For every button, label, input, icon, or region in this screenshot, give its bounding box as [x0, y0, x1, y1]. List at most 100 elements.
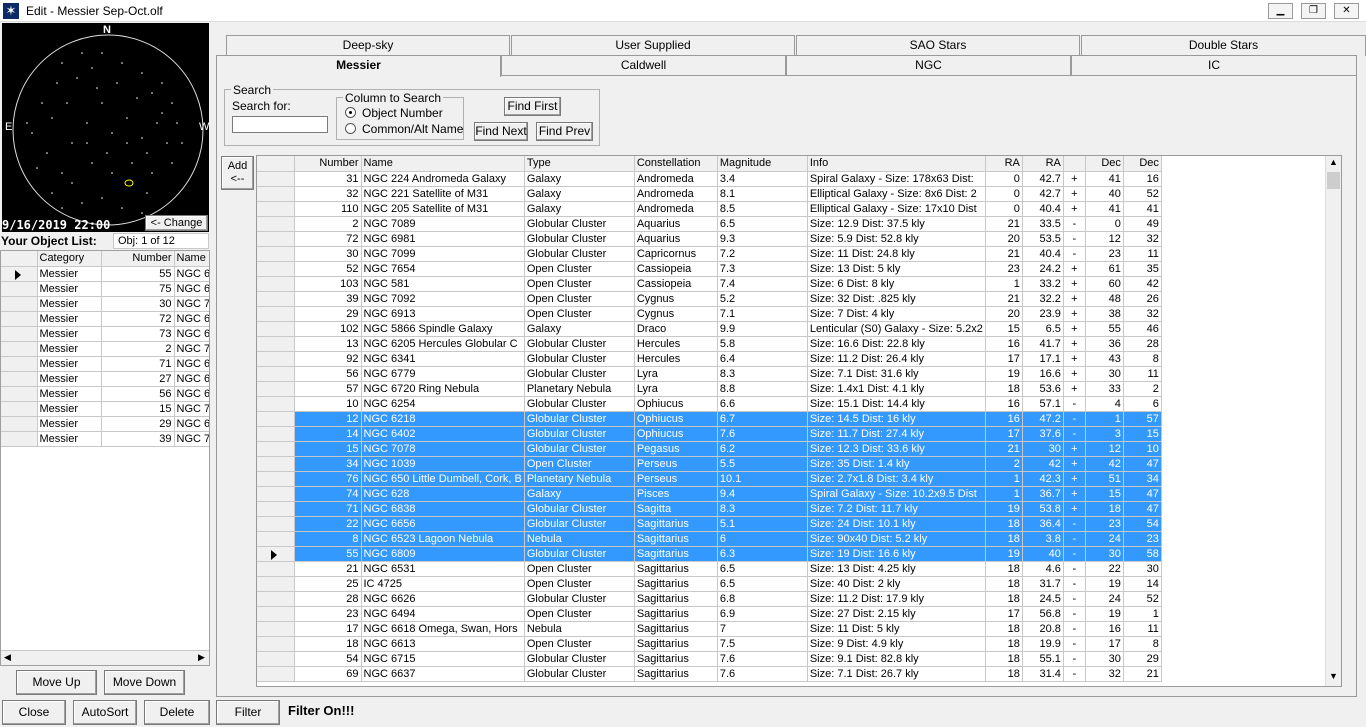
find-prev-button[interactable]: Find Prev — [536, 122, 593, 141]
grid-header-cell[interactable]: Number — [294, 156, 362, 172]
find-next-button[interactable]: Find Next — [474, 122, 528, 141]
table-cell: Size: 12.9 Dist: 37.5 kly — [807, 216, 986, 232]
move-up-button[interactable]: Move Up — [16, 670, 97, 695]
autosort-button[interactable]: AutoSort — [73, 700, 137, 725]
table-row[interactable]: 103 NGC 581 Open Cluster Cassiopeia 7.4 Size:… — [257, 276, 1162, 292]
scroll-up-icon[interactable]: ▲ — [1329, 157, 1338, 167]
object-list-header-cell[interactable]: Number — [101, 251, 175, 267]
grid-header-cell[interactable]: Info — [807, 156, 986, 172]
table-row[interactable]: 34 NGC 1039 Open Cluster Perseus 5.5 Size: 35… — [257, 456, 1162, 472]
object-list-row[interactable]: Messier 30 NGC 7 — [1, 296, 209, 312]
table-row[interactable]: 30 NGC 7099 Globular Cluster Capricornus 7.2… — [257, 246, 1162, 262]
tab-ngc[interactable]: NGC — [786, 55, 1071, 76]
change-button[interactable]: <- Change — [145, 215, 208, 231]
object-list-row[interactable]: Messier 71 NGC 6 — [1, 356, 209, 372]
table-row[interactable]: 18 NGC 6613 Open Cluster Sagittarius 7.5 Size… — [257, 636, 1162, 652]
table-row[interactable]: 23 NGC 6494 Open Cluster Sagittarius 6.9 Size… — [257, 606, 1162, 622]
object-list-row[interactable]: Messier 55 NGC 6 — [1, 266, 209, 282]
table-row[interactable]: 15 NGC 7078 Globular Cluster Pegasus 6.2 Size… — [257, 441, 1162, 457]
table-row[interactable]: 39 NGC 7092 Open Cluster Cygnus 5.2 Size: 32 … — [257, 291, 1162, 307]
grid-header-cell[interactable] — [1063, 156, 1086, 172]
grid-header-cell[interactable]: RA — [985, 156, 1023, 172]
table-cell: 6.5 — [717, 561, 808, 577]
table-row[interactable]: 13 NGC 6205 Hercules Globular C Globular C… — [257, 336, 1162, 352]
table-row[interactable]: 57 NGC 6720 Ring Nebula Planetary Nebula Ly… — [257, 381, 1162, 397]
table-row[interactable]: 29 NGC 6913 Open Cluster Cygnus 7.1 Size: 7 D… — [257, 306, 1162, 322]
minimize-button[interactable]: ▁ — [1268, 3, 1293, 19]
table-row[interactable]: 10 NGC 6254 Globular Cluster Ophiucus 6.6 Siz… — [257, 396, 1162, 412]
sky-chart[interactable]: N E W 9/16/2019 22:00 <- Change — [2, 23, 209, 232]
table-row[interactable]: 22 NGC 6656 Globular Cluster Sagittarius 5.1… — [257, 516, 1162, 532]
add-button[interactable]: Add <-- — [221, 156, 254, 190]
grid-header-cell[interactable]: Magnitude — [717, 156, 808, 172]
grid-header-cell[interactable]: Name — [361, 156, 525, 172]
table-row[interactable]: 2 NGC 7089 Globular Cluster Aquarius 6.5 Size… — [257, 216, 1162, 232]
scroll-thumb[interactable] — [1327, 172, 1340, 189]
object-number-radio[interactable] — [345, 107, 356, 118]
restore-button[interactable]: ❐ — [1301, 3, 1326, 19]
object-list-row[interactable]: Messier 72 NGC 6 — [1, 311, 209, 327]
table-cell: Cassiopeia — [634, 261, 718, 277]
table-row[interactable]: 32 NGC 221 Satellite of M31 Galaxy Andromed… — [257, 186, 1162, 202]
move-down-button[interactable]: Move Down — [104, 670, 185, 695]
tab-messier[interactable]: Messier — [216, 55, 501, 77]
table-row[interactable]: 28 NGC 6626 Globular Cluster Sagittarius 6.8… — [257, 591, 1162, 607]
object-list-grid[interactable]: Category Number Name Messier 55 NGC 6 Messier 7… — [0, 250, 210, 666]
object-list-row[interactable]: Messier 29 NGC 6 — [1, 416, 209, 432]
table-row[interactable]: 92 NGC 6341 Globular Cluster Hercules 6.4 Siz… — [257, 351, 1162, 367]
table-row[interactable]: 74 NGC 628 Galaxy Pisces 9.4 Spiral Galaxy - … — [257, 486, 1162, 502]
table-row[interactable]: 69 NGC 6637 Globular Cluster Sagittarius 7.6… — [257, 666, 1162, 682]
tab-caldwell[interactable]: Caldwell — [501, 55, 786, 76]
object-list-header-cell[interactable]: Name — [174, 251, 209, 267]
table-row[interactable]: 21 NGC 6531 Open Cluster Sagittarius 6.5 Size… — [257, 561, 1162, 577]
table-row[interactable]: 52 NGC 7654 Open Cluster Cassiopeia 7.3 Size:… — [257, 261, 1162, 277]
tab-deep-sky[interactable]: Deep-sky — [226, 35, 510, 56]
table-row[interactable]: 31 NGC 224 Andromeda Galaxy Galaxy Andromed… — [257, 171, 1162, 187]
table-row[interactable]: 17 NGC 6618 Omega, Swan, Hors Nebula Sagitt… — [257, 621, 1162, 637]
table-row[interactable]: 14 NGC 6402 Globular Cluster Ophiucus 7.6 Siz… — [257, 426, 1162, 442]
tab-user-supplied[interactable]: User Supplied — [511, 35, 795, 56]
table-row[interactable]: 76 NGC 650 Little Dumbell, Cork, B Planeta… — [257, 471, 1162, 487]
table-row[interactable]: 56 NGC 6779 Globular Cluster Lyra 8.3 Size: 7… — [257, 366, 1162, 382]
object-list-row[interactable]: Messier 2 NGC 7 — [1, 341, 209, 357]
object-list-row[interactable]: Messier 39 NGC 7 — [1, 431, 209, 447]
grid-header-cell[interactable]: Type — [524, 156, 635, 172]
scroll-down-icon[interactable]: ▼ — [1329, 671, 1338, 681]
table-cell: - — [1063, 216, 1086, 232]
grid-vscroll[interactable]: ▲ ▼ — [1325, 156, 1341, 686]
object-list-row[interactable]: Messier 56 NGC 6 — [1, 386, 209, 402]
table-row[interactable]: 25 IC 4725 Open Cluster Sagittarius 6.5 Size:… — [257, 576, 1162, 592]
grid-header-cell[interactable]: RA — [1022, 156, 1064, 172]
tab-ic[interactable]: IC — [1071, 55, 1357, 76]
close-button[interactable]: Close — [2, 700, 66, 725]
table-row[interactable]: 102 NGC 5866 Spindle Galaxy Galaxy Draco 9.9… — [257, 321, 1162, 337]
delete-button[interactable]: Delete — [144, 700, 210, 725]
table-cell: Open Cluster — [524, 576, 635, 592]
grid-header-cell[interactable]: Dec — [1085, 156, 1124, 172]
table-row[interactable]: 71 NGC 6838 Globular Cluster Sagitta 8.3 Size… — [257, 501, 1162, 517]
tab-double-stars[interactable]: Double Stars — [1081, 35, 1366, 56]
catalog-grid[interactable]: Number Name Type Constellation Magnitude Info… — [256, 155, 1342, 687]
table-row[interactable]: 110 NGC 205 Satellite of M31 Galaxy Androme… — [257, 201, 1162, 217]
object-list-row[interactable]: Messier 73 NGC 6 — [1, 326, 209, 342]
filter-button[interactable]: Filter — [216, 700, 280, 725]
grid-header-cell[interactable]: Dec — [1123, 156, 1162, 172]
object-list-header-cell[interactable]: Category — [37, 251, 102, 267]
search-input[interactable] — [232, 116, 328, 133]
close-window-button[interactable]: ✕ — [1334, 3, 1359, 19]
table-row[interactable]: 72 NGC 6981 Globular Cluster Aquarius 9.3 Siz… — [257, 231, 1162, 247]
object-list-hscroll[interactable]: ◀ ▶ — [1, 650, 209, 665]
object-list-row[interactable]: Messier 27 NGC 6 — [1, 371, 209, 387]
grid-header-cell[interactable]: Constellation — [634, 156, 718, 172]
table-row[interactable]: 12 NGC 6218 Globular Cluster Ophiucus 6.7 Siz… — [257, 411, 1162, 427]
table-cell: Capricornus — [634, 246, 718, 262]
common-name-radio[interactable] — [345, 123, 356, 134]
table-cell: Cassiopeia — [634, 276, 718, 292]
find-first-button[interactable]: Find First — [504, 97, 561, 116]
object-list-row[interactable]: Messier 15 NGC 7 — [1, 401, 209, 417]
table-row[interactable]: 54 NGC 6715 Globular Cluster Sagittarius 7.6… — [257, 651, 1162, 667]
tab-sao-stars[interactable]: SAO Stars — [796, 35, 1080, 56]
table-row[interactable]: 55 NGC 6809 Globular Cluster Sagittarius 6.3… — [257, 546, 1162, 562]
table-row[interactable]: 8 NGC 6523 Lagoon Nebula Nebula Sagittarius… — [257, 531, 1162, 547]
object-list-row[interactable]: Messier 75 NGC 6 — [1, 281, 209, 297]
